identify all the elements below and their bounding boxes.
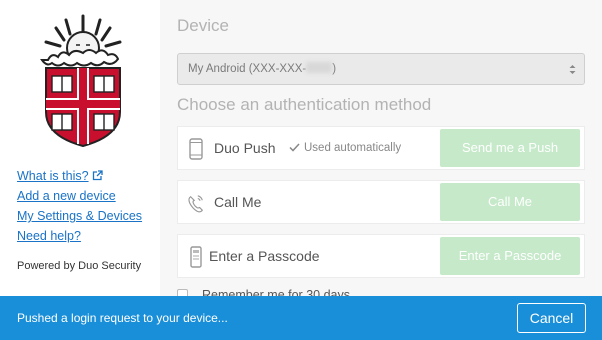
enter-passcode-button[interactable]: Enter a Passcode bbox=[440, 237, 580, 275]
redacted-number bbox=[306, 62, 333, 73]
external-link-icon bbox=[92, 170, 103, 181]
settings-devices-link[interactable]: My Settings & Devices bbox=[17, 206, 142, 226]
method-title: Choose an authentication method bbox=[177, 95, 432, 114]
remember-me-label: Remember me for 30 days bbox=[202, 288, 350, 296]
phone-call-icon bbox=[188, 195, 204, 213]
cancel-button[interactable]: Cancel bbox=[517, 303, 586, 333]
phone-icon bbox=[189, 138, 203, 160]
device-select[interactable]: My Android (XXX-XXX-) bbox=[177, 53, 585, 85]
status-bar: Pushed a login request to your device...… bbox=[0, 296, 602, 340]
passcode-row: Enter a Passcode bbox=[177, 234, 585, 278]
token-icon bbox=[190, 246, 202, 268]
device-title: Device bbox=[177, 16, 229, 35]
university-shield-logo bbox=[40, 14, 122, 148]
duo-push-row: Duo Push Used automatically Send me a Pu… bbox=[177, 126, 585, 170]
auth-panel: Device My Android (XXX-XXX-) Choose an a… bbox=[160, 0, 602, 296]
what-is-this-link[interactable]: What is this? bbox=[17, 166, 142, 186]
powered-by-text: Powered by Duo Security bbox=[17, 260, 142, 272]
what-is-this-label: What is this? bbox=[17, 169, 89, 183]
add-device-link[interactable]: Add a new device bbox=[17, 186, 142, 206]
duo-push-label: Duo Push bbox=[214, 140, 276, 156]
send-push-button[interactable]: Send me a Push bbox=[440, 129, 580, 167]
used-automatically-note: Used automatically bbox=[289, 142, 401, 154]
check-icon bbox=[289, 143, 300, 152]
passcode-input[interactable] bbox=[208, 237, 436, 275]
call-me-button[interactable]: Call Me bbox=[440, 183, 580, 221]
remember-me-checkbox[interactable] bbox=[177, 289, 188, 296]
call-me-label: Call Me bbox=[214, 194, 262, 210]
status-message: Pushed a login request to your device... bbox=[17, 311, 228, 325]
remember-me-option[interactable]: Remember me for 30 days bbox=[177, 288, 350, 296]
device-select-value: My Android (XXX-XXX- bbox=[188, 63, 307, 75]
need-help-link[interactable]: Need help? bbox=[17, 226, 142, 246]
select-arrows-icon bbox=[569, 65, 576, 74]
device-select-suffix: ) bbox=[332, 63, 337, 75]
sidebar: What is this? Add a new device My Settin… bbox=[0, 0, 160, 296]
used-automatically-text: Used automatically bbox=[304, 142, 402, 154]
call-me-row: Call Me Call Me bbox=[177, 180, 585, 224]
